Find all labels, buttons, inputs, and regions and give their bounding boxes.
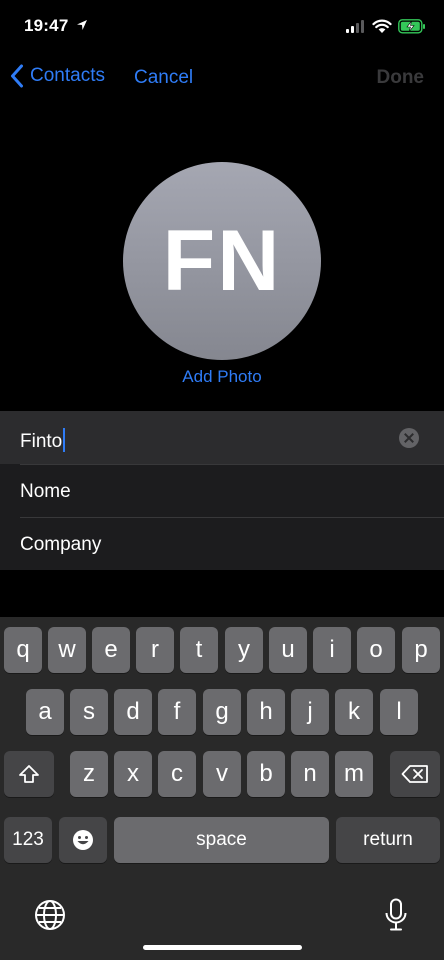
microphone-icon	[385, 898, 407, 931]
done-button[interactable]: Done	[377, 67, 425, 89]
key-n[interactable]: n	[291, 751, 329, 797]
key-g[interactable]: g	[203, 689, 241, 735]
globe-button[interactable]	[30, 895, 70, 935]
wifi-icon	[372, 19, 392, 33]
first-name-value: Finto	[20, 431, 63, 452]
key-h[interactable]: h	[247, 689, 285, 735]
key-k[interactable]: k	[335, 689, 373, 735]
numbers-key[interactable]: 123	[4, 817, 52, 863]
key-d[interactable]: d	[114, 689, 152, 735]
backspace-icon	[401, 765, 428, 783]
key-v[interactable]: v	[203, 751, 241, 797]
key-t[interactable]: t	[180, 627, 218, 673]
last-name-field[interactable]: Nome	[0, 464, 444, 517]
key-j[interactable]: j	[291, 689, 329, 735]
contact-form: Finto Nome Company	[0, 411, 444, 570]
avatar-initials: FN	[162, 212, 282, 309]
battery-charging-icon	[398, 19, 425, 34]
key-r[interactable]: r	[136, 627, 174, 673]
key-p[interactable]: p	[402, 627, 440, 673]
key-o[interactable]: o	[357, 627, 395, 673]
globe-icon	[35, 900, 65, 930]
shift-key[interactable]	[4, 751, 54, 797]
keyboard: q w e r t y u i o p a s d f g h j k l z …	[0, 617, 444, 960]
key-u[interactable]: u	[269, 627, 307, 673]
key-y[interactable]: y	[225, 627, 263, 673]
add-photo-button[interactable]: Add Photo	[0, 367, 444, 387]
contact-avatar[interactable]: FN	[123, 162, 321, 360]
return-key[interactable]: return	[336, 817, 440, 863]
key-z[interactable]: z	[70, 751, 108, 797]
space-key[interactable]: space	[114, 817, 329, 863]
emoji-key[interactable]	[59, 817, 107, 863]
delete-key[interactable]	[390, 751, 440, 797]
company-placeholder: Company	[20, 534, 102, 555]
navigation-bar: Contacts Cancel Done	[0, 56, 444, 100]
key-l[interactable]: l	[380, 689, 418, 735]
chevron-left-icon	[11, 64, 23, 88]
key-a[interactable]: a	[26, 689, 64, 735]
last-name-placeholder: Nome	[20, 481, 71, 502]
key-i[interactable]: i	[313, 627, 351, 673]
key-q[interactable]: q	[4, 627, 42, 673]
clear-text-icon[interactable]	[399, 428, 419, 448]
key-e[interactable]: e	[92, 627, 130, 673]
back-button[interactable]: Contacts	[10, 64, 105, 88]
location-arrow-icon	[77, 20, 87, 30]
first-name-field[interactable]: Finto	[0, 411, 444, 464]
key-s[interactable]: s	[70, 689, 108, 735]
key-f[interactable]: f	[158, 689, 196, 735]
emoji-icon	[73, 830, 93, 850]
status-bar: 19:47	[0, 0, 444, 56]
cellular-signal-icon	[346, 20, 364, 33]
key-x[interactable]: x	[114, 751, 152, 797]
key-c[interactable]: c	[158, 751, 196, 797]
cancel-button[interactable]: Cancel	[134, 67, 193, 89]
text-cursor	[63, 428, 66, 452]
dictation-button[interactable]	[378, 895, 414, 935]
key-b[interactable]: b	[247, 751, 285, 797]
key-w[interactable]: w	[48, 627, 86, 673]
company-field[interactable]: Company	[0, 517, 444, 570]
back-button-label: Contacts	[30, 65, 105, 86]
key-m[interactable]: m	[335, 751, 373, 797]
shift-icon	[19, 765, 39, 783]
first-name-text: Finto	[20, 428, 66, 453]
status-time: 19:47	[24, 16, 69, 35]
home-indicator[interactable]	[143, 945, 302, 950]
